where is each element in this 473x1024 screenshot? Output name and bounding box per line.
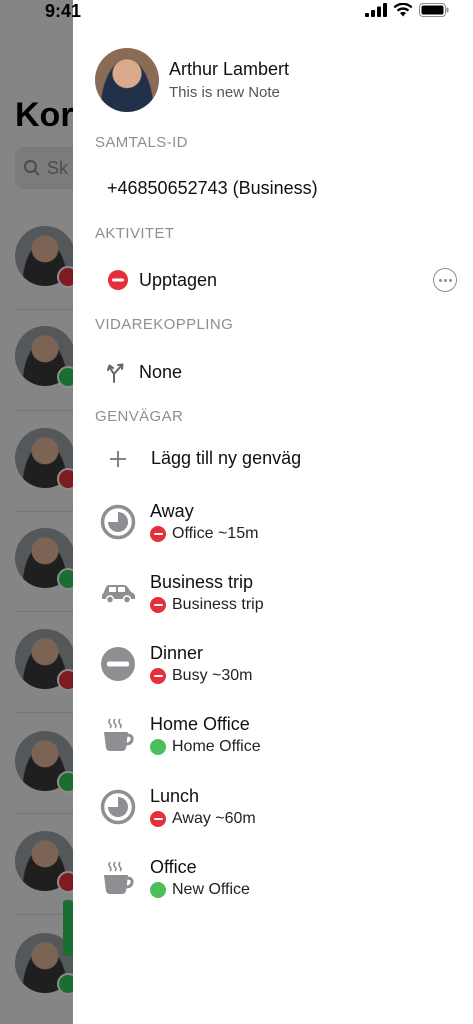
profile-header[interactable]: Arthur Lambert This is new Note <box>95 48 289 112</box>
shortcut-title: Dinner <box>150 643 204 663</box>
activity-value: Upptagen <box>139 269 218 290</box>
shortcut-subtitle: Away ~60m <box>172 810 256 827</box>
status-icons <box>365 3 449 17</box>
call-id-value: +46850652743 (Business) <box>107 178 318 198</box>
add-shortcut-button[interactable]: Lägg till ny genväg <box>107 448 457 469</box>
avatar <box>95 48 159 112</box>
section-header-activity: AKTIVITET <box>95 225 175 242</box>
clock-icon <box>99 788 137 826</box>
shortcut-business-trip[interactable]: Business trip Business trip <box>99 568 457 618</box>
activity-row[interactable]: Upptagen <box>107 269 457 291</box>
shortcut-subtitle: New Office <box>172 881 250 898</box>
wifi-icon <box>393 3 413 17</box>
shortcut-subtitle: Home Office <box>172 738 261 755</box>
forward-icon <box>107 360 129 384</box>
shortcut-title: Home Office <box>150 714 250 734</box>
status-drawer: Arthur Lambert This is new Note SAMTALS-… <box>73 0 473 1024</box>
busy-status-icon <box>150 668 166 684</box>
shortcut-subtitle: Office ~15m <box>172 525 259 542</box>
busy-status-icon <box>107 269 129 291</box>
battery-icon <box>419 3 449 17</box>
forwarding-value: None <box>139 361 183 382</box>
section-header-shortcuts: GENVÄGAR <box>95 408 184 425</box>
forwarding-row[interactable]: None <box>107 360 457 384</box>
shortcut-lunch[interactable]: Lunch Away ~60m <box>99 782 457 832</box>
shortcut-home-office[interactable]: Home Office Home Office <box>99 710 457 760</box>
shortcut-title: Lunch <box>150 786 200 806</box>
busy-icon <box>99 645 137 683</box>
shortcut-title: Away <box>150 501 194 521</box>
shortcut-title: Office <box>150 857 197 877</box>
profile-note: This is new Note <box>169 84 280 101</box>
status-time: 9:41 <box>45 1 82 21</box>
busy-status-icon <box>150 526 166 542</box>
clock-icon <box>99 503 137 541</box>
shortcut-subtitle: Busy ~30m <box>172 667 253 684</box>
available-status-icon <box>150 882 166 898</box>
busy-status-icon <box>150 597 166 613</box>
shortcut-dinner[interactable]: Dinner Busy ~30m <box>99 639 457 689</box>
shortcut-office[interactable]: Office New Office <box>99 853 457 903</box>
shortcut-away[interactable]: Away Office ~15m <box>99 497 457 547</box>
available-status-icon <box>150 739 166 755</box>
shortcut-subtitle: Business trip <box>172 596 264 613</box>
call-id-row[interactable]: +46850652743 (Business) <box>107 178 457 199</box>
section-header-forwarding: VIDAREKOPPLING <box>95 316 234 333</box>
car-icon <box>99 574 137 612</box>
profile-name: Arthur Lambert <box>169 59 290 79</box>
busy-status-icon <box>150 811 166 827</box>
more-options-icon[interactable] <box>433 268 457 292</box>
section-header-call-id: SAMTALS-ID <box>95 134 188 151</box>
signal-icon <box>365 3 387 17</box>
status-bar: 9:41 <box>0 0 473 24</box>
plus-icon <box>107 449 129 469</box>
coffee-icon <box>99 716 137 754</box>
coffee-icon <box>99 859 137 897</box>
shortcut-title: Business trip <box>150 572 254 592</box>
add-shortcut-label: Lägg till ny genväg <box>151 448 302 468</box>
